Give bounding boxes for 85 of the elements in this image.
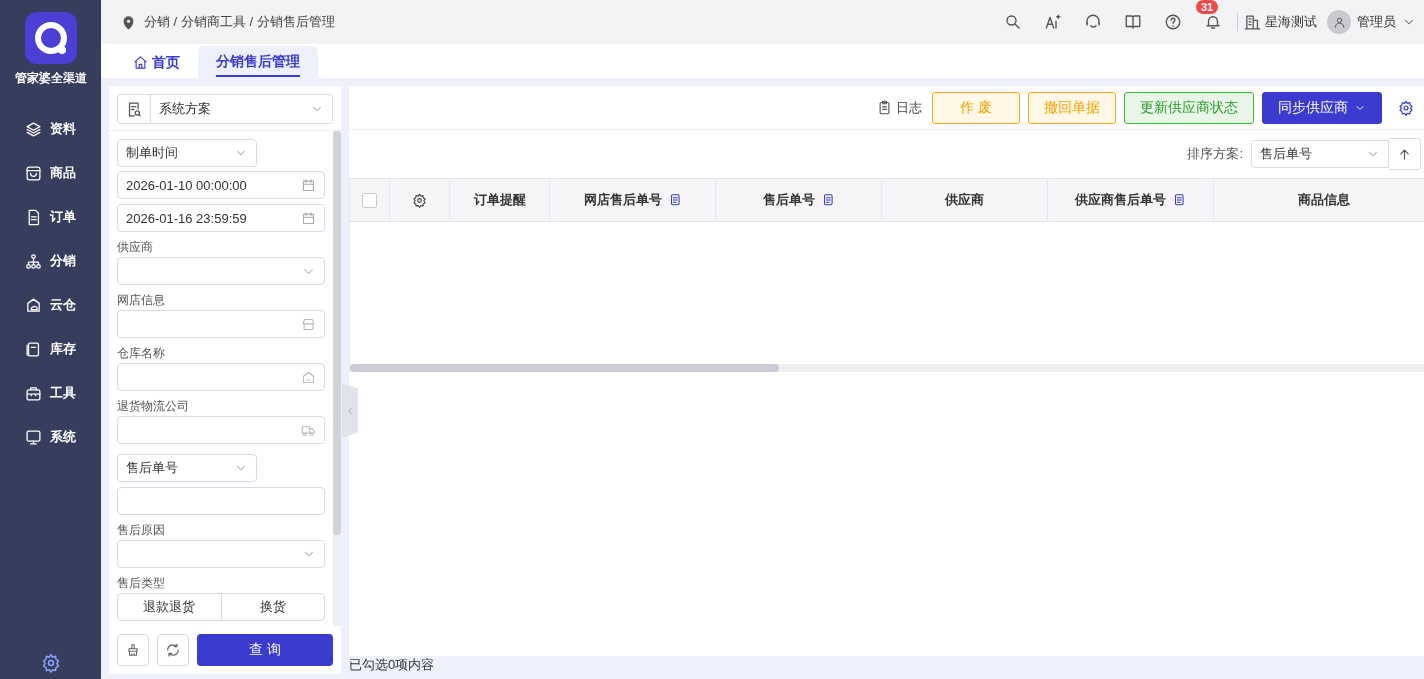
sidebar-item[interactable]: 系统	[25, 415, 76, 459]
person-icon	[1332, 15, 1346, 29]
field-label: 售后原因	[117, 522, 166, 539]
segment-option[interactable]: 退款退货	[118, 594, 221, 620]
segment-option[interactable]: 换货	[220, 594, 324, 620]
jar-icon	[25, 340, 42, 358]
bell-icon[interactable]	[1204, 13, 1222, 31]
building-icon	[1244, 13, 1261, 31]
calendar-icon	[301, 177, 316, 193]
app-logo	[24, 12, 77, 64]
headset-icon[interactable]	[1084, 13, 1102, 31]
sidebar-item[interactable]: 库存	[25, 327, 76, 371]
tab[interactable]: 分销售后管理	[198, 46, 318, 78]
copy-icon[interactable]	[1172, 193, 1186, 207]
field-label: 仓库名称	[117, 345, 166, 362]
clipboard-icon	[877, 100, 892, 115]
layers-icon	[25, 120, 42, 138]
select-field[interactable]	[117, 257, 325, 285]
tab[interactable]: 首页	[115, 46, 198, 78]
collapse-handle[interactable]	[342, 383, 358, 438]
sidebar-item[interactable]: 商品	[25, 151, 76, 195]
shop-icon	[301, 316, 316, 332]
calendar-icon	[301, 210, 316, 226]
sort-label: 排序方案:	[1187, 145, 1243, 163]
chevron-left-icon	[345, 405, 355, 416]
input-field[interactable]	[117, 310, 325, 338]
settings-icon[interactable]	[40, 653, 61, 673]
refresh-icon	[165, 642, 181, 658]
help-icon[interactable]	[1164, 13, 1182, 31]
bag-icon	[25, 164, 42, 182]
location-pin-icon	[121, 14, 136, 30]
column-header: 网店售后单号	[583, 191, 662, 209]
ai-sparkle-icon[interactable]	[1044, 13, 1062, 31]
column-header: 售后单号	[762, 191, 815, 209]
date-type-select[interactable]: 制单时间	[117, 139, 257, 167]
arrow-up-icon	[1397, 146, 1412, 162]
company-name[interactable]: 星海测试	[1265, 13, 1317, 31]
user-avatar[interactable]	[1327, 10, 1351, 34]
scrollbar-thumb[interactable]	[333, 131, 341, 535]
app-name: 管家婆全渠道	[14, 70, 87, 87]
breadcrumb: 分销 / 分销商工具 / 分销售后管理	[144, 13, 335, 31]
sidebar-item[interactable]: 资料	[25, 107, 76, 151]
sort-select[interactable]: 售后单号	[1251, 140, 1389, 168]
column-header: 商品信息	[1297, 191, 1350, 209]
input-field[interactable]	[117, 416, 325, 444]
input-field[interactable]	[117, 487, 325, 515]
settings-icon[interactable]	[412, 192, 427, 208]
search-icon[interactable]	[1004, 13, 1022, 31]
select-all-checkbox[interactable]	[362, 192, 377, 208]
scheme-select[interactable]: 系统方案	[117, 94, 333, 124]
log-link[interactable]: 日志	[877, 98, 922, 117]
notification-badge: 31	[1196, 0, 1219, 14]
book-icon[interactable]	[1124, 13, 1142, 31]
settings-icon[interactable]	[1398, 99, 1414, 116]
field-label: 供应商	[117, 239, 154, 256]
query-button[interactable]: 查 询	[197, 634, 333, 666]
number-type-select[interactable]: 售后单号	[117, 454, 257, 482]
sidebar-item[interactable]: 工具	[25, 371, 76, 415]
field-label: 退货物流公司	[117, 398, 190, 415]
field-label: 网店信息	[117, 292, 166, 309]
input-field[interactable]	[117, 363, 325, 391]
date-field[interactable]: 2026-01-16 23:59:59	[117, 204, 325, 232]
sort-direction-button[interactable]	[1389, 138, 1421, 170]
toolbox-icon	[25, 384, 42, 402]
scrollbar-thumb[interactable]	[350, 364, 779, 372]
toolbar-button[interactable]: 同步供应商	[1262, 91, 1382, 124]
select-field[interactable]	[117, 540, 325, 568]
cloud-house-icon	[25, 296, 42, 314]
column-header: 供应商	[945, 191, 984, 209]
reset-button[interactable]	[157, 634, 189, 666]
sidebar-item[interactable]: 云仓	[25, 283, 76, 327]
monitor-icon	[25, 428, 42, 446]
field-label: 售后类型	[117, 575, 166, 592]
user-name[interactable]: 管理员	[1357, 13, 1396, 31]
home-icon	[133, 54, 148, 70]
column-header: 供应商售后单号	[1075, 191, 1166, 209]
brush-icon	[126, 643, 140, 657]
column-header: 订单提醒	[473, 191, 526, 209]
sidebar-item[interactable]: 分销	[25, 239, 76, 283]
network-icon	[25, 252, 42, 270]
house-icon	[301, 369, 316, 385]
selection-summary: 已勾选0项内容	[349, 656, 1424, 674]
sidebar-item[interactable]: 订单	[25, 195, 76, 239]
clear-button[interactable]	[117, 634, 149, 666]
date-field[interactable]: 2026-01-10 00:00:00	[117, 171, 325, 199]
